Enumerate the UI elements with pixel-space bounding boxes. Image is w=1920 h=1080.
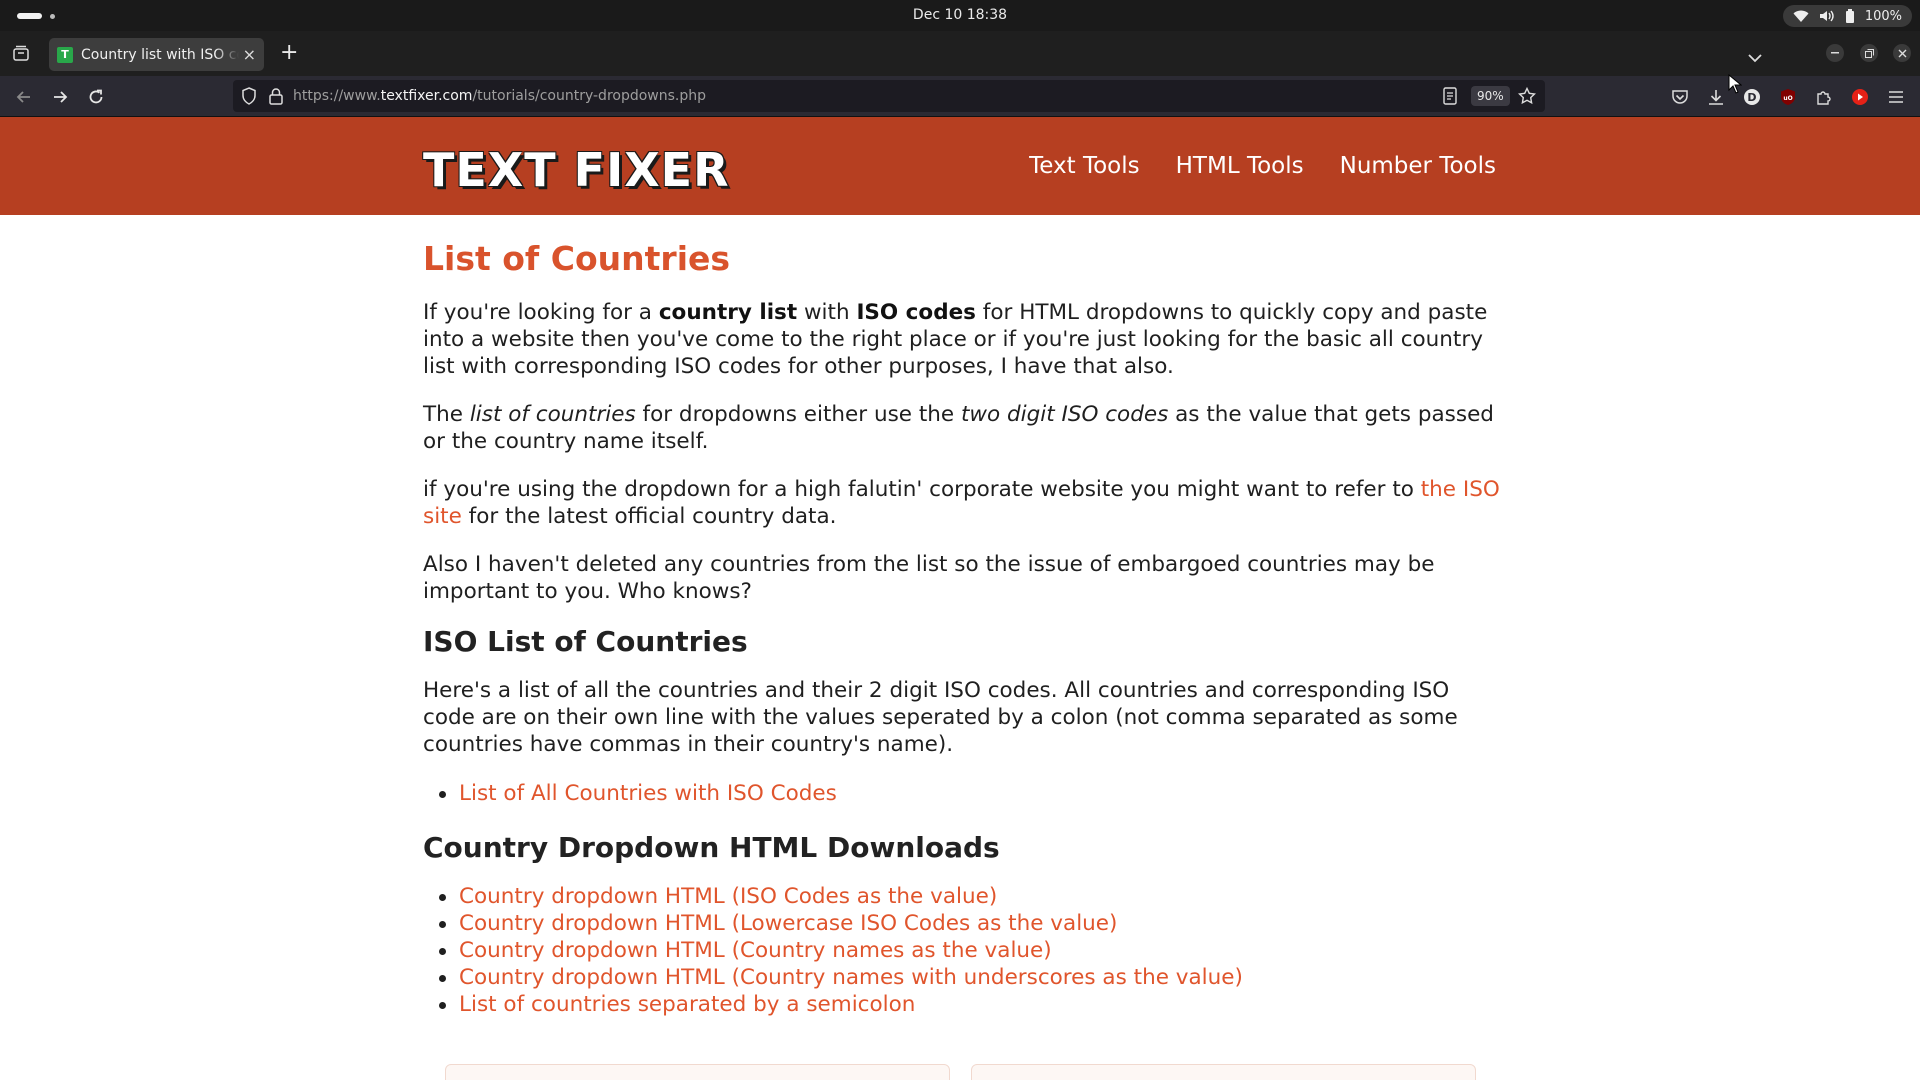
hamburger-menu-icon[interactable] — [1885, 86, 1907, 108]
dropdown-value-paragraph: The list of countries for dropdowns eith… — [423, 401, 1503, 455]
intro-text-a: If you're looking for a — [423, 300, 659, 325]
bookmark-star-icon[interactable] — [1517, 86, 1537, 109]
nav-text-tools[interactable]: Text Tools — [1029, 153, 1140, 179]
content-card-left — [445, 1064, 950, 1080]
textfixer-favicon-icon: T — [57, 46, 73, 63]
extensions-puzzle-icon[interactable] — [1813, 86, 1835, 108]
close-window-icon[interactable] — [1893, 44, 1911, 62]
pocket-icon[interactable] — [1669, 86, 1691, 108]
iso-list-paragraph: Here's a list of all the countries and t… — [423, 678, 1458, 757]
browser-toolbar: https://www.textfixer.com/tutorials/coun… — [0, 76, 1920, 117]
lock-icon[interactable] — [269, 87, 283, 109]
tracking-shield-icon[interactable] — [241, 87, 257, 109]
download-semicolon-link[interactable]: List of countries separated by a semicol… — [459, 992, 915, 1017]
browser-tab-active[interactable]: T Country list with ISO codes × — [49, 38, 264, 71]
iso-text-b: for the latest official country data. — [461, 504, 837, 529]
os-top-bar: Dec 10 18:38 100% — [0, 0, 1920, 31]
url-path: /tutorials/country-dropdowns.php — [472, 88, 707, 104]
list-item: List of All Countries with ISO Codes — [423, 780, 837, 807]
page-title: List of Countries — [423, 239, 731, 278]
svg-text:D: D — [1747, 91, 1756, 104]
reader-view-icon[interactable] — [1443, 87, 1457, 109]
back-arrow-icon[interactable] — [14, 87, 34, 107]
restore-icon[interactable] — [1860, 44, 1878, 62]
new-tab-button[interactable]: + — [280, 42, 298, 64]
url-text[interactable]: https://www.textfixer.com/tutorials/coun… — [293, 88, 706, 104]
all-countries-iso-link[interactable]: List of All Countries with ISO Codes — [459, 781, 837, 806]
list-item: Country dropdown HTML (ISO Codes as the … — [423, 883, 1243, 910]
intro-bold-iso-codes: ISO codes — [856, 300, 976, 325]
main-nav: Text Tools HTML Tools Number Tools — [1029, 153, 1496, 179]
download-country-names-link[interactable]: Country dropdown HTML (Country names as … — [459, 938, 1052, 963]
list-item: Country dropdown HTML (Country names wit… — [423, 964, 1243, 991]
battery-icon — [1845, 8, 1855, 24]
iso-text-a: if you're using the dropdown for a high … — [423, 477, 1421, 502]
zoom-level-badge[interactable]: 90% — [1471, 86, 1510, 106]
forward-arrow-icon[interactable] — [50, 87, 70, 107]
intro-text-c: with — [797, 300, 857, 325]
tab-title: Country list with ISO codes — [81, 46, 239, 63]
text-fixer-logo[interactable]: TEXT FIXER — [423, 143, 730, 197]
iso-site-paragraph: if you're using the dropdown for a high … — [423, 476, 1503, 530]
tab-overview-icon[interactable] — [12, 45, 30, 61]
download-icon[interactable] — [1705, 86, 1727, 108]
dv-italic-list: list of countries — [469, 402, 636, 427]
dv-text-b: for dropdowns either use the — [635, 402, 961, 427]
ublock-origin-icon[interactable]: uO — [1777, 86, 1799, 108]
reload-icon[interactable] — [86, 87, 106, 107]
content-card-right — [971, 1064, 1476, 1080]
download-lowercase-iso-link[interactable]: Country dropdown HTML (Lowercase ISO Cod… — [459, 911, 1117, 936]
url-prefix: https://www. — [293, 88, 381, 104]
extension-d-icon[interactable]: D — [1741, 86, 1763, 108]
download-underscores-link[interactable]: Country dropdown HTML (Country names wit… — [459, 965, 1243, 990]
youtube-extension-icon[interactable] — [1849, 86, 1871, 108]
url-bar[interactable]: https://www.textfixer.com/tutorials/coun… — [233, 80, 1545, 112]
svg-text:uO: uO — [1783, 95, 1792, 102]
site-header: TEXT FIXER Text Tools HTML Tools Number … — [0, 117, 1920, 215]
battery-level: 100% — [1864, 8, 1902, 24]
iso-list-heading: ISO List of Countries — [423, 625, 748, 658]
list-item: Country dropdown HTML (Country names as … — [423, 937, 1243, 964]
list-item: List of countries separated by a semicol… — [423, 991, 1243, 1018]
embargo-paragraph: Also I haven't deleted any countries fro… — [423, 552, 1435, 604]
chevron-down-icon[interactable] — [1748, 48, 1762, 67]
list-item: Country dropdown HTML (Lowercase ISO Cod… — [423, 910, 1243, 937]
nav-number-tools[interactable]: Number Tools — [1340, 153, 1496, 179]
close-tab-icon[interactable]: × — [243, 46, 256, 63]
mouse-cursor-icon — [1728, 73, 1743, 98]
system-tray[interactable]: 100% — [1782, 5, 1912, 27]
system-clock[interactable]: Dec 10 18:38 — [0, 7, 1920, 23]
download-iso-codes-link[interactable]: Country dropdown HTML (ISO Codes as the … — [459, 884, 997, 909]
intro-paragraph: If you're looking for a country list wit… — [423, 299, 1503, 380]
url-host: textfixer.com — [380, 88, 473, 104]
minimize-icon[interactable] — [1826, 44, 1844, 62]
dv-text-a: The — [423, 402, 470, 427]
browser-tab-strip: T Country list with ISO codes × + — [0, 31, 1920, 76]
wifi-icon — [1793, 9, 1809, 23]
nav-html-tools[interactable]: HTML Tools — [1176, 153, 1304, 179]
volume-icon — [1819, 9, 1835, 23]
dv-italic-iso: two digit ISO codes — [960, 402, 1169, 427]
downloads-list: Country dropdown HTML (ISO Codes as the … — [423, 883, 1243, 1018]
iso-links-list: List of All Countries with ISO Codes — [423, 780, 837, 807]
intro-bold-country-list: country list — [658, 300, 798, 325]
downloads-heading: Country Dropdown HTML Downloads — [423, 831, 1000, 864]
